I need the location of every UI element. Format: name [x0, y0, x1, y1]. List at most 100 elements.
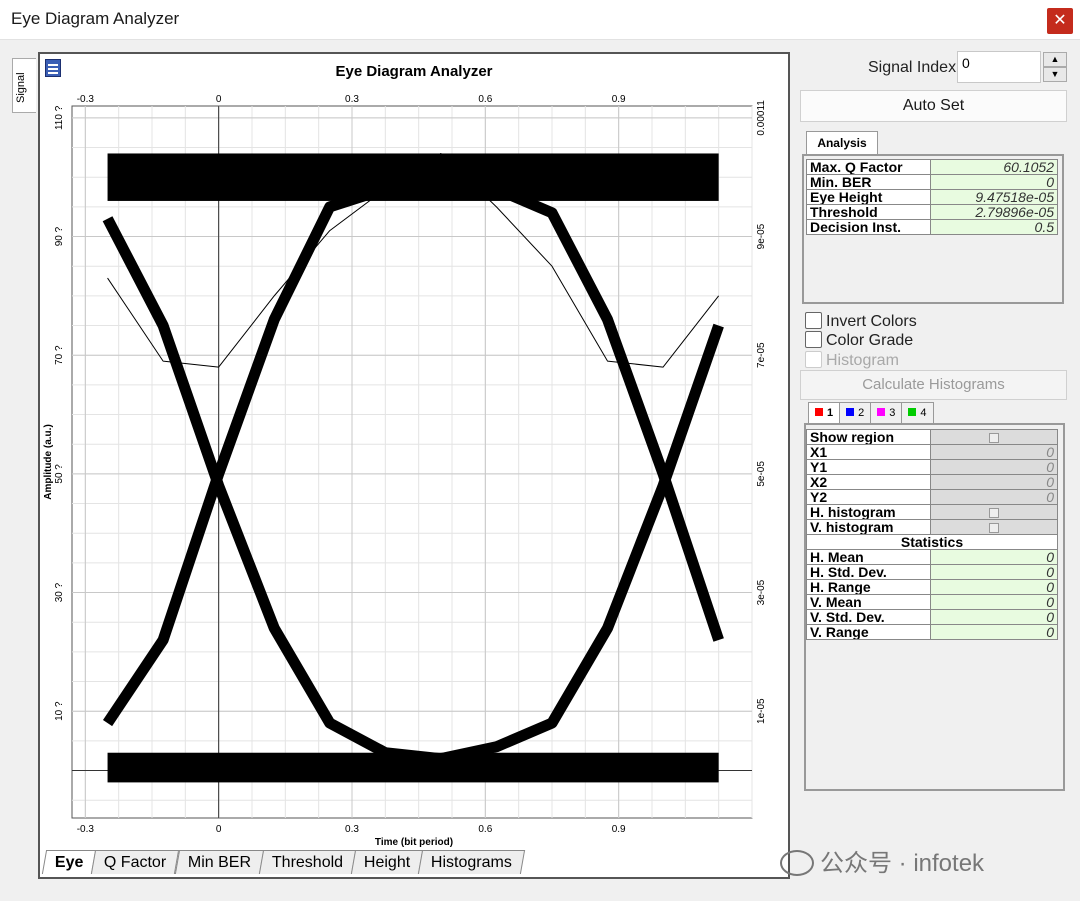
- x-axis-label: Time (bit period): [375, 837, 453, 848]
- y-tick-label-right: 7e-05: [756, 342, 767, 368]
- region-value[interactable]: 0: [930, 474, 1058, 490]
- tab-channel-1[interactable]: 1: [808, 402, 841, 424]
- tab-channel-3[interactable]: 3: [870, 402, 903, 424]
- checkbox-icon[interactable]: [989, 508, 999, 518]
- tab-label: Height: [363, 854, 411, 871]
- region-table: Show region X1 0 Y1 0 X2 0 Y2 0 H. histogram V. hi…: [806, 429, 1058, 640]
- analysis-value[interactable]: 0: [930, 174, 1058, 190]
- region-value-text: 0: [1046, 444, 1054, 460]
- statistics-key: H. Mean: [806, 549, 931, 565]
- tab-analysis[interactable]: Analysis: [806, 131, 878, 155]
- color-grade-checkbox[interactable]: Color Grade: [805, 331, 913, 350]
- region-value[interactable]: 0: [930, 489, 1058, 505]
- region-key: Show region: [806, 429, 931, 445]
- analysis-row: Eye Height 9.47518e-05: [806, 189, 1058, 205]
- y-tick-label-right: 0.00011: [756, 100, 767, 136]
- auto-set-button[interactable]: Auto Set: [800, 90, 1067, 122]
- x-tick-label-bottom: 0.6: [478, 824, 492, 835]
- analysis-row: Max. Q Factor 60.1052: [806, 159, 1058, 175]
- statistics-value[interactable]: 0: [930, 594, 1058, 610]
- region-row: X1 0: [806, 444, 1058, 460]
- y-tick-label-left: 30 ?: [54, 582, 65, 602]
- channel-label: 1: [827, 407, 834, 419]
- y-tick-label-right: 3e-05: [756, 579, 767, 605]
- tab-height[interactable]: Height: [350, 850, 424, 874]
- x-tick-label-top: -0.3: [77, 94, 95, 105]
- y-axis-label: Amplitude (a.u.): [43, 424, 54, 500]
- histogram-checkbox[interactable]: Histogram: [805, 351, 899, 370]
- analysis-value[interactable]: 0.5: [930, 219, 1058, 235]
- region-key: H. histogram: [806, 504, 931, 520]
- histogram-channel-tabs: 1 2 3 4: [808, 402, 934, 424]
- channel-color-swatch: [908, 408, 917, 416]
- statistics-header: Statistics: [806, 534, 1058, 550]
- close-button[interactable]: ✕: [1047, 8, 1073, 34]
- channel-label: 4: [920, 407, 927, 419]
- channel-color-swatch: [877, 408, 886, 416]
- histogram-label: Histogram: [826, 352, 899, 369]
- region-value[interactable]: 0: [930, 444, 1058, 460]
- spin-down-icon[interactable]: ▼: [1043, 67, 1067, 82]
- wechat-icon: [780, 850, 814, 876]
- y-tick-label-right: 5e-05: [756, 461, 767, 487]
- x-tick-label-top: 0.6: [478, 94, 492, 105]
- statistics-value[interactable]: 0: [930, 549, 1058, 565]
- statistics-row: V. Mean 0: [806, 594, 1058, 610]
- window-title: Eye Diagram Analyzer: [11, 9, 180, 28]
- statistics-value[interactable]: 0: [930, 609, 1058, 625]
- region-value[interactable]: [930, 504, 1058, 520]
- channel-color-swatch: [846, 408, 855, 416]
- statistics-key: V. Range: [806, 624, 931, 640]
- checkbox-icon[interactable]: [989, 523, 999, 533]
- tab-threshold[interactable]: Threshold: [258, 850, 357, 874]
- invert-colors-label: Invert Colors: [826, 313, 917, 330]
- statistics-key: H. Range: [806, 579, 931, 595]
- checkbox-box[interactable]: [805, 351, 822, 368]
- statistics-key: V. Std. Dev.: [806, 609, 931, 625]
- x-tick-label-bottom: -0.3: [77, 824, 95, 835]
- statistics-key: V. Mean: [806, 594, 931, 610]
- analysis-row: Decision Inst. 0.5: [806, 219, 1058, 235]
- region-value[interactable]: [930, 519, 1058, 535]
- region-value[interactable]: [930, 429, 1058, 445]
- tab-signal[interactable]: Signal: [12, 58, 36, 113]
- tab-channel-2[interactable]: 2: [839, 402, 872, 424]
- analysis-value[interactable]: 9.47518e-05: [930, 189, 1058, 205]
- calculate-histograms-button[interactable]: Calculate Histograms: [800, 370, 1067, 400]
- region-value[interactable]: 0: [930, 459, 1058, 475]
- tab-label: Histograms: [431, 854, 513, 871]
- analysis-key: Eye Height: [806, 189, 931, 205]
- color-grade-label: Color Grade: [826, 332, 914, 349]
- tab-eye[interactable]: Eye: [41, 850, 97, 874]
- tab-signal-label: Signal: [15, 72, 27, 103]
- spin-up-icon[interactable]: ▲: [1043, 52, 1067, 67]
- tab-channel-4[interactable]: 4: [901, 402, 934, 424]
- invert-colors-checkbox[interactable]: Invert Colors: [805, 312, 917, 331]
- analysis-value[interactable]: 60.1052: [930, 159, 1058, 175]
- statistics-value[interactable]: 0: [930, 579, 1058, 595]
- tab-q-factor[interactable]: Q Factor: [91, 850, 180, 874]
- statistics-value[interactable]: 0: [930, 564, 1058, 580]
- analysis-key: Decision Inst.: [806, 219, 931, 235]
- statistics-value[interactable]: 0: [930, 624, 1058, 640]
- x-tick-label-top: 0.9: [612, 94, 626, 105]
- x-tick-label-bottom: 0.3: [345, 824, 359, 835]
- region-key: Y1: [806, 459, 931, 475]
- y-tick-label-left: 110 ?: [54, 105, 65, 130]
- checkbox-box[interactable]: [805, 312, 822, 329]
- region-value-text: 0: [1046, 459, 1054, 475]
- tab-histograms[interactable]: Histograms: [418, 850, 526, 874]
- statistics-row: H. Range 0: [806, 579, 1058, 595]
- chart-view-tabs: Eye Q Factor Min BER Threshold Height Histogr…: [41, 850, 526, 874]
- statistics-row: H. Std. Dev. 0: [806, 564, 1058, 580]
- eye-diagram-chart[interactable]: -0.3 -0.3 0 0 0.3 0.3 0.6 0.6 0.9 0.9 110 ? 0.00011…: [40, 54, 788, 848]
- tab-min-ber[interactable]: Min BER: [174, 850, 264, 874]
- analysis-table: Max. Q Factor 60.1052 Min. BER 0 Eye Height 9…: [806, 159, 1058, 235]
- analysis-value[interactable]: 2.79896e-05: [930, 204, 1058, 220]
- statistics-header-row: Statistics: [806, 534, 1058, 550]
- channel-color-swatch: [815, 408, 823, 416]
- signal-index-input[interactable]: 0: [957, 51, 1041, 83]
- checkbox-icon[interactable]: [989, 433, 999, 443]
- x-tick-label-top: 0.3: [345, 94, 359, 105]
- checkbox-box[interactable]: [805, 331, 822, 348]
